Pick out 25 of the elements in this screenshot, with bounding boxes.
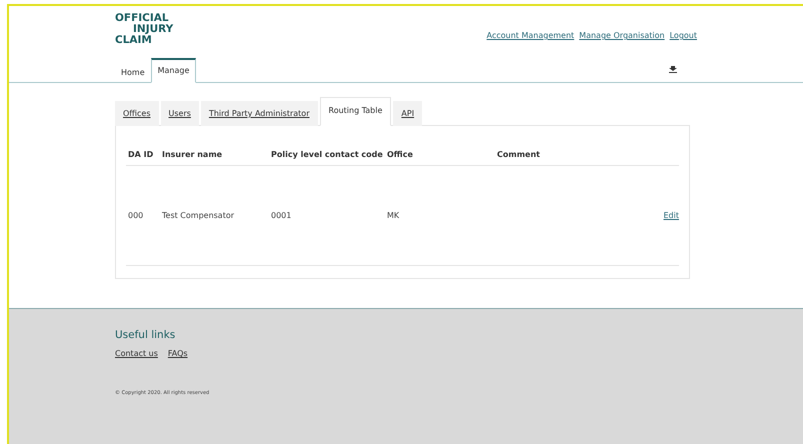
column-header: Policy level contact code (271, 150, 383, 159)
nav-tab[interactable]: Home (115, 62, 151, 83)
edit-link[interactable]: Edit (664, 211, 679, 220)
header-link[interactable]: Account Management (486, 31, 574, 40)
table-cell: MK (387, 211, 400, 220)
column-header: DA ID (128, 150, 154, 159)
footer-heading: Useful links (115, 328, 176, 341)
header-link[interactable]: Manage Organisation (579, 31, 665, 40)
logo: OFFICIAL INJURY CLAIM (115, 12, 174, 46)
download-icon[interactable] (669, 65, 677, 73)
section-tab[interactable]: API (393, 101, 422, 126)
section-tab[interactable]: Offices (115, 101, 159, 126)
section-tab[interactable]: Users (160, 101, 199, 126)
section-tab[interactable]: Third Party Administrator (200, 101, 318, 126)
table-cell: 000 (128, 211, 144, 220)
column-header: Office (387, 150, 413, 159)
footer-link[interactable]: Contact us (115, 349, 158, 358)
footer-link[interactable]: FAQs (168, 349, 188, 358)
table-cell: 0001 (271, 211, 292, 220)
nav-tab[interactable]: Manage (150, 58, 196, 83)
table-cell: Test Compensator (162, 211, 234, 220)
column-header: Comment (497, 150, 540, 159)
column-header: Insurer name (162, 150, 222, 159)
section-tab[interactable]: Routing Table (320, 97, 392, 126)
header-link[interactable]: Logout (670, 31, 697, 40)
